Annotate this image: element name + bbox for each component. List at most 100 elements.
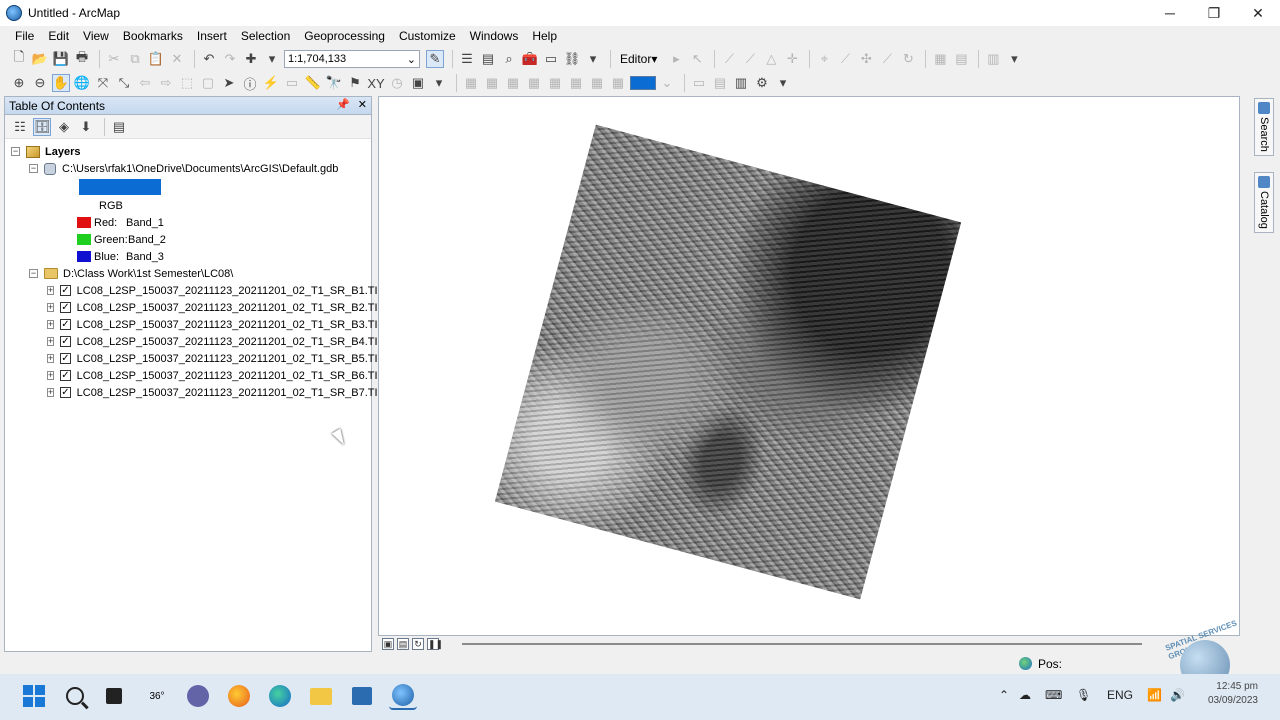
system-clock[interactable]: 12:45 pm 03/09/2023 [1200,680,1258,708]
python-window-icon[interactable]: ▭ [542,50,560,68]
scale-icon[interactable]: ▦ [525,74,543,92]
minimize-button[interactable]: ─ [1148,0,1192,26]
expand-icon[interactable]: + [47,286,55,295]
layout-toolbar-options-icon[interactable]: ▾ [774,74,792,92]
menu-edit[interactable]: Edit [41,26,76,46]
menu-customize[interactable]: Customize [392,26,463,46]
close-icon[interactable]: ✕ [358,98,367,111]
open-icon[interactable]: 📂 [31,50,49,68]
catalog-window-icon[interactable]: ▤ [479,50,497,68]
find-icon[interactable]: 🔭 [325,74,343,92]
go-back-icon[interactable]: ⇦ [136,74,154,92]
cut-polygons-icon[interactable]: ✣ [857,50,875,68]
cut-icon[interactable]: ✂ [105,50,123,68]
link-table-icon[interactable]: ▦ [567,74,585,92]
create-features-icon[interactable]: ▥ [984,50,1002,68]
expand-icon[interactable]: + [47,354,55,363]
microphone-icon[interactable]: 🎙 [1076,688,1091,702]
attributes-icon[interactable]: ▦ [931,50,949,68]
close-button[interactable]: ✕ [1236,0,1280,26]
reshape-feature-icon[interactable]: ⟋ [836,50,854,68]
color-swatch[interactable] [630,76,656,90]
collapse-icon[interactable]: − [11,147,20,156]
go-forward-icon[interactable]: ⇨ [157,74,175,92]
teams-button[interactable] [184,682,212,710]
task-view-button[interactable] [100,682,128,710]
add-data-icon[interactable]: ✚ [242,50,260,68]
edit-annotation-icon[interactable]: ↖ [688,50,706,68]
add-data-dropdown-icon[interactable]: ▾ [263,50,281,68]
layout-page-icon[interactable]: ▭ [690,74,708,92]
new-document-icon[interactable]: 🗋 [10,49,28,68]
delete-icon[interactable]: ✕ [168,50,186,68]
create-viewer-window-icon[interactable]: ▣ [409,74,427,92]
list-by-selection-icon[interactable]: ⬇ [77,118,95,136]
map-display[interactable] [378,96,1240,636]
tree-file-layer[interactable]: + ✓ LC08_L2SP_150037_20211123_20211201_0… [5,282,384,299]
zoom-out-icon[interactable]: ⊖ [31,74,49,92]
tree-file-layer[interactable]: + ✓ LC08_L2SP_150037_20211123_20211201_0… [5,316,384,333]
map-vertical-scrollbar[interactable] [1243,96,1251,636]
refresh-icon[interactable]: ↻ [412,638,424,650]
visibility-checkbox[interactable]: ✓ [60,319,71,330]
pause-drawing-icon[interactable]: ❚❚ [427,638,443,650]
chevron-down-icon[interactable]: ⌄ [658,74,676,92]
editor-toolbar-options-icon[interactable]: ▾ [1005,50,1023,68]
sketch-properties-icon[interactable]: ▤ [952,50,970,68]
visibility-checkbox[interactable]: ✓ [60,336,71,347]
tree-file-layer[interactable]: + ✓ LC08_L2SP_150037_20211123_20211201_0… [5,367,384,384]
clear-selection-icon[interactable]: ▢ [199,74,217,92]
visibility-checkbox[interactable]: ✓ [60,302,71,313]
arcmap-taskbar-button[interactable] [389,682,417,710]
catalog-tab[interactable]: Catalog [1254,171,1274,233]
visibility-checkbox[interactable]: ✓ [60,285,71,296]
draw-toolbar-icon[interactable]: ▥ [732,74,750,92]
toc-options-icon[interactable]: ▤ [110,118,128,136]
store-button[interactable] [348,682,376,710]
select-features-icon[interactable]: ⬚ [178,74,196,92]
list-by-source-icon[interactable]: 🗄 [33,117,51,136]
select-elements-icon[interactable]: ➤ [220,74,238,92]
table-of-contents-icon[interactable]: ☰ [458,50,476,68]
search-window-icon[interactable]: ⌕ [500,50,518,68]
control-points-icon[interactable]: ▦ [546,74,564,92]
composite-layer-bar[interactable] [79,179,161,195]
menu-help[interactable]: Help [525,26,564,46]
shift-icon[interactable]: ▦ [504,74,522,92]
expand-icon[interactable]: + [47,337,55,346]
redo-icon[interactable]: ↷ [221,50,239,68]
zoom-in-icon[interactable]: ⊕ [10,74,28,92]
visibility-checkbox[interactable]: ✓ [60,353,71,364]
georef-layer-icon[interactable]: ▦ [462,74,480,92]
find-route-icon[interactable]: ⚑ [346,74,364,92]
menu-selection[interactable]: Selection [234,26,297,46]
arctoolbox-icon[interactable]: 🧰 [521,50,539,68]
visibility-checkbox[interactable]: ✓ [60,370,71,381]
tree-file-layer[interactable]: + ✓ LC08_L2SP_150037_20211123_20211201_0… [5,333,384,350]
layout-view-icon[interactable]: ▤ [397,638,409,650]
tree-file-layer[interactable]: + ✓ LC08_L2SP_150037_20211123_20211201_0… [5,350,384,367]
cloud-sync-icon[interactable]: ☁ [1019,688,1031,702]
pin-icon[interactable]: 📌 [336,98,350,111]
search-tab[interactable]: Search [1254,98,1274,156]
construction-tools-icon[interactable]: △ [762,50,780,68]
chevron-down-icon[interactable]: ⌄ [407,53,416,66]
tree-folder-workspace[interactable]: − D:\Class Work\1st Semester\LC08\ [5,265,371,282]
list-by-visibility-icon[interactable]: ◈ [55,118,73,136]
layout-options-icon[interactable]: ⚙ [753,74,771,92]
data-view-icon[interactable]: ▣ [382,638,394,650]
visibility-checkbox[interactable]: ✓ [60,387,71,398]
tree-root-layers[interactable]: − Layers [5,143,371,160]
expand-icon[interactable]: + [47,371,55,380]
edge-button[interactable] [266,682,294,710]
collapse-icon[interactable]: − [29,269,38,278]
tree-gdb-workspace[interactable]: − C:\Users\rfak1\OneDrive\Documents\ArcG… [5,160,371,177]
map-horizontal-scrollbar[interactable] [462,643,1142,645]
menu-insert[interactable]: Insert [190,26,234,46]
weather-widget[interactable]: 36° [143,682,171,710]
list-by-drawing-order-icon[interactable]: ☷ [11,118,29,136]
layout-zoom-icon[interactable]: ▤ [711,74,729,92]
measure-icon[interactable]: 📏 [304,74,322,92]
save-icon[interactable]: 💾 [52,50,70,68]
editor-menu-button[interactable]: Editor▾ [616,52,661,66]
